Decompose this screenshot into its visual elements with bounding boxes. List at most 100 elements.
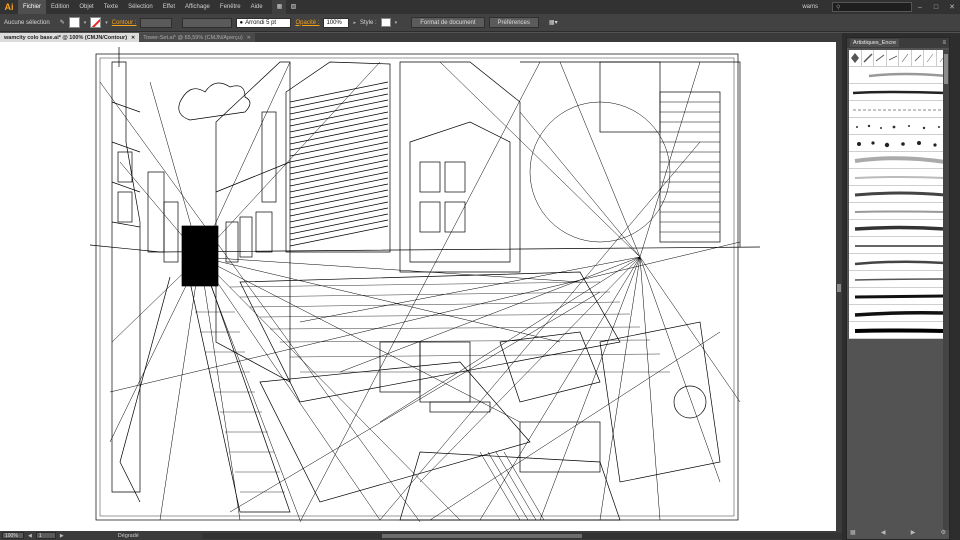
brush-stroke-row[interactable] [849, 135, 949, 152]
stroke-weight-select[interactable] [140, 17, 173, 28]
menu-item-effet[interactable]: Effet [158, 0, 180, 14]
center-platform [239, 271, 621, 403]
brush-thumb[interactable] [849, 50, 862, 66]
document-setup-button[interactable]: Format de document [411, 17, 485, 28]
brush-thumb[interactable] [862, 50, 874, 66]
brush-thumb[interactable] [874, 50, 887, 66]
brush-library-panel: Artistiques_Encre ≡ ▦ ◀ ▶ ⚙ [846, 37, 950, 540]
brush-thumbnail-row [849, 50, 949, 67]
menu-item-texte[interactable]: Texte [99, 0, 123, 14]
align-icon[interactable]: ▦▾ [549, 19, 558, 26]
menu-right: wams ⚲ – □ ✕ [802, 0, 960, 14]
next-artboard-icon[interactable]: ▶ [60, 533, 64, 539]
brush-stroke-row[interactable] [849, 169, 949, 186]
brush-stroke-row[interactable] [849, 152, 949, 169]
style-dropdown-icon[interactable]: ▾ [395, 20, 398, 26]
artboard-canvas[interactable] [0, 42, 836, 531]
brush-stroke-row[interactable] [849, 118, 949, 135]
app-logo: Ai [4, 2, 14, 12]
stroke-label[interactable]: Contour : [112, 20, 137, 26]
horizontal-scroll-thumb[interactable] [382, 533, 582, 538]
brush-stroke-row[interactable] [849, 322, 949, 339]
brush-stroke-row[interactable] [849, 101, 949, 118]
floor-grid [195, 281, 670, 493]
fill-swatch[interactable] [68, 17, 80, 28]
options-icon[interactable]: ⚙ [941, 529, 946, 536]
brush-stroke-row[interactable] [849, 186, 949, 203]
menu-item-affichage[interactable]: Affichage [180, 0, 215, 14]
tab-label: Tower-Set.ai* @ 65,59% (CMJN/Aperçu) [143, 34, 243, 41]
artboard-number-field[interactable]: 1 [35, 532, 56, 539]
panel-scrollbar[interactable] [943, 50, 949, 530]
cityscape-outline-artwork[interactable] [0, 42, 836, 531]
brush-stroke-row[interactable] [849, 203, 949, 220]
horizontal-scrollbar[interactable] [202, 532, 842, 539]
search-icon: ⚲ [836, 4, 841, 11]
maximize-button[interactable]: □ [928, 4, 944, 11]
minimize-button[interactable]: – [912, 4, 928, 11]
brush-stroke-row[interactable] [849, 254, 949, 271]
brush-stroke-row[interactable] [849, 67, 949, 84]
brush-stroke-row[interactable] [849, 84, 949, 101]
artboard-border [95, 53, 739, 521]
panel-menu-icon[interactable]: ≡ [942, 40, 946, 46]
brush-list [849, 50, 949, 339]
brush-thumb[interactable] [924, 50, 937, 66]
close-button[interactable]: ✕ [944, 3, 960, 11]
search-input[interactable]: ⚲ [832, 2, 912, 12]
brush-dot-icon: ● [239, 19, 244, 26]
close-tab-icon[interactable]: ✕ [131, 35, 135, 41]
brush-value: Arrondi 5 pt [245, 19, 277, 26]
brush-stroke-row[interactable] [849, 305, 949, 322]
pen-tool-icon[interactable]: ✎ [60, 19, 65, 26]
menu-item-selection[interactable]: Sélection [123, 0, 158, 14]
close-tab-icon[interactable]: ✕ [247, 35, 251, 41]
preferences-button[interactable]: Préférences [488, 17, 539, 28]
stroke-swatch[interactable] [90, 17, 102, 28]
workspace-switcher[interactable]: wams [802, 4, 818, 10]
current-tool-status[interactable]: Dégradé [118, 533, 139, 539]
brush-definition-select[interactable]: ● Arrondi 5 pt [236, 17, 292, 28]
opacity-input[interactable]: 100% [323, 17, 350, 28]
bridge-icon[interactable]: ▦ [271, 0, 286, 14]
brush-stroke-row[interactable] [849, 237, 949, 254]
menu-bar: Ai Fichier Edition Objet Texte Sélection… [0, 0, 960, 14]
left-tower [111, 61, 141, 493]
tab-label: wamcity colo base.ai* @ 100% (CMJN/Conto… [4, 34, 128, 41]
brush-stroke-row[interactable] [849, 271, 949, 288]
brush-stroke-row[interactable] [849, 220, 949, 237]
variable-width-select[interactable] [182, 17, 233, 28]
panel-scroll-thumb[interactable] [944, 54, 948, 84]
move-back-icon[interactable]: ◀ [881, 529, 886, 536]
brush-thumb[interactable] [912, 50, 924, 66]
opacity-label[interactable]: Opacité : [295, 20, 319, 26]
library-icon[interactable]: ▦ [850, 529, 856, 536]
move-forward-icon[interactable]: ▶ [911, 529, 916, 536]
graphic-style-swatch[interactable] [380, 18, 391, 27]
panel-tab-artistiques-encre[interactable]: Artistiques_Encre [850, 39, 900, 47]
vertical-scroll-thumb[interactable] [837, 284, 841, 292]
black-doorway [181, 225, 219, 287]
tab-tower-set[interactable]: Tower-Set.ai* @ 65,59% (CMJN/Aperçu) ✕ [139, 33, 255, 42]
menu-item-fenetre[interactable]: Fenêtre [215, 0, 246, 14]
artboard-inner-border [99, 57, 735, 517]
left-stairs [189, 281, 291, 513]
menu-item-fichier[interactable]: Fichier [18, 0, 47, 14]
brush-thumb[interactable] [899, 50, 912, 66]
brush-stroke-row[interactable] [849, 288, 949, 305]
arrange-icon[interactable]: ▧ [286, 0, 300, 14]
menu-item-edition[interactable]: Edition [46, 0, 74, 14]
clouds [178, 82, 251, 121]
tab-wamcity[interactable]: wamcity colo base.ai* @ 100% (CMJN/Conto… [0, 33, 140, 42]
menu-item-aide[interactable]: Aide [246, 0, 268, 14]
opacity-dropdown-icon[interactable]: ▸ [353, 20, 356, 26]
zoom-select[interactable]: 100% [2, 532, 24, 539]
fill-dropdown-icon[interactable]: ▾ [84, 20, 87, 26]
menu-item-objet[interactable]: Objet [74, 0, 98, 14]
document-tab-bar: wamcity colo base.ai* @ 100% (CMJN/Conto… [0, 33, 842, 42]
panel-footer: ▦ ◀ ▶ ⚙ [847, 527, 949, 537]
brush-thumb[interactable] [887, 50, 899, 66]
first-artboard-icon[interactable]: ◀ [28, 533, 32, 539]
style-label: Style : [359, 19, 377, 26]
stroke-dropdown-icon[interactable]: ▾ [105, 20, 108, 26]
